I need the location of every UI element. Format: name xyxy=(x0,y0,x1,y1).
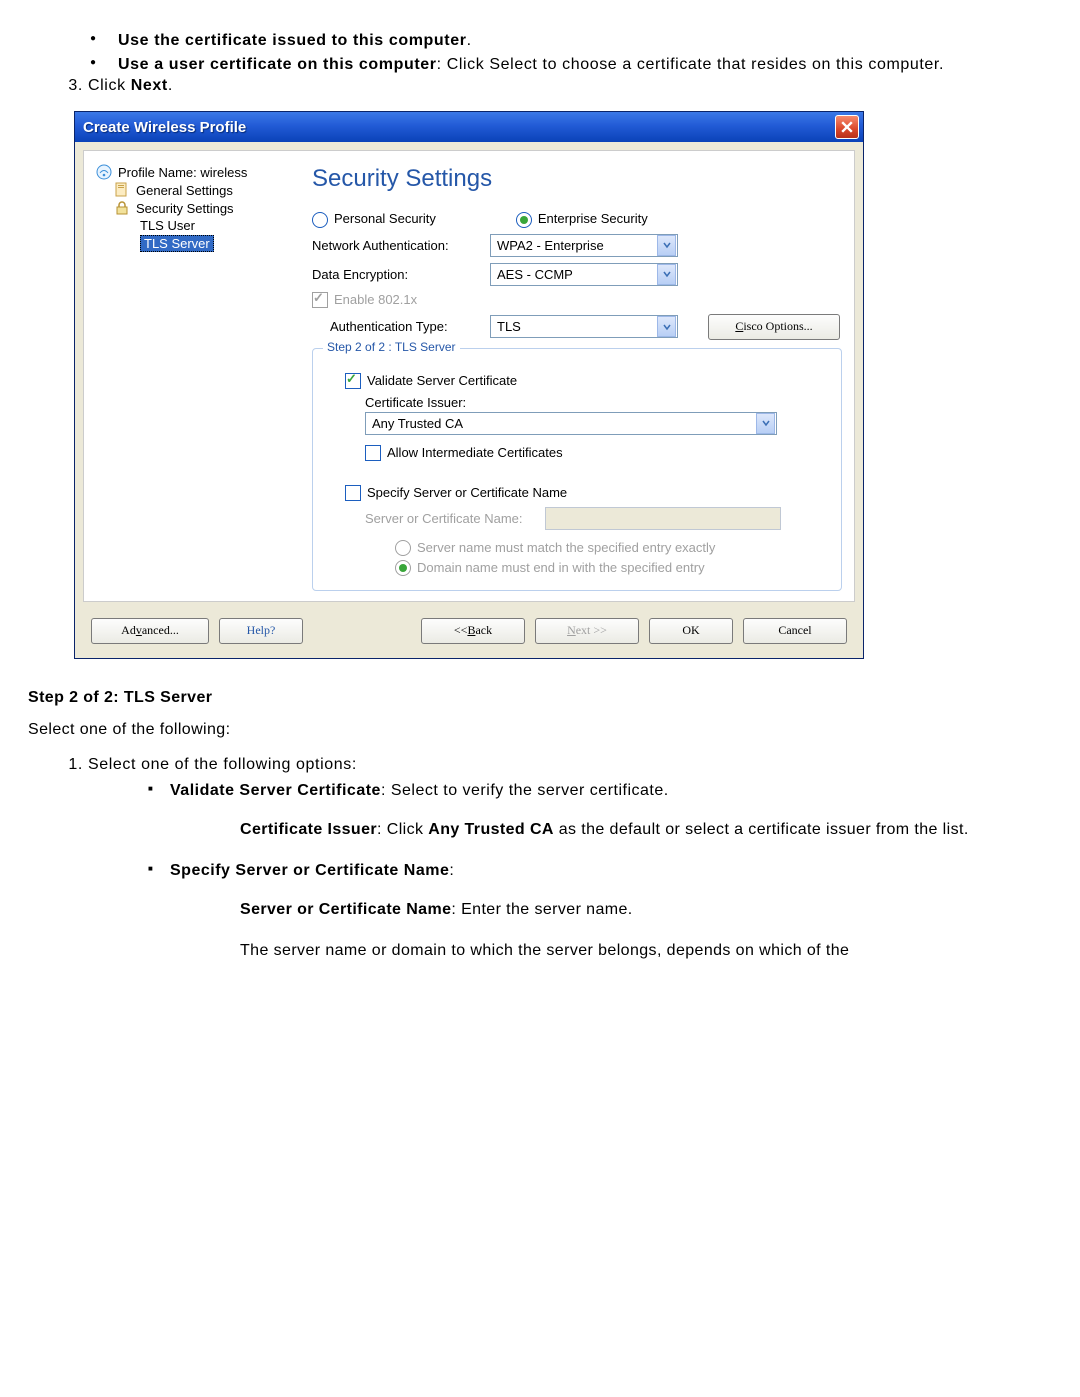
tree-general-settings[interactable]: General Settings xyxy=(96,181,308,199)
dropdown-cert-issuer[interactable]: Any Trusted CA xyxy=(365,412,777,435)
chevron-down-icon xyxy=(657,264,676,285)
radio-enterprise-security[interactable]: Enterprise Security xyxy=(516,211,648,228)
ok-button[interactable]: OK xyxy=(649,618,733,644)
radio-icon xyxy=(395,560,411,576)
tree-security-settings[interactable]: Security Settings xyxy=(96,199,308,217)
label-cert-issuer: Certificate Issuer: xyxy=(365,395,827,410)
dropdown-data-enc[interactable]: AES - CCMP xyxy=(490,263,678,286)
checkbox-allow-intermediate[interactable]: Allow Intermediate Certificates xyxy=(365,445,827,461)
help-button[interactable]: Help? xyxy=(219,618,303,644)
lock-icon xyxy=(114,200,130,216)
list-item: Use a user certificate on this computer:… xyxy=(90,54,1052,76)
label-server-name: Server or Certificate Name: xyxy=(365,511,537,526)
section-heading: Step 2 of 2: TLS Server xyxy=(28,687,1052,709)
tree-tls-server[interactable]: TLS Server xyxy=(96,234,308,253)
checkbox-icon xyxy=(365,445,381,461)
chevron-down-icon xyxy=(756,413,775,434)
intro-text: Select one of the following: xyxy=(28,719,1052,741)
checkbox-enable-8021x: Enable 802.1x xyxy=(312,292,842,308)
dropdown-net-auth[interactable]: WPA2 - Enterprise xyxy=(490,234,678,257)
close-button[interactable] xyxy=(835,115,859,139)
checkbox-icon xyxy=(345,373,361,389)
list-item: Click Next. xyxy=(88,77,1052,95)
back-button[interactable]: << Back xyxy=(421,618,525,644)
next-button: Next >> xyxy=(535,618,639,644)
radio-personal-security[interactable]: Personal Security xyxy=(312,211,436,228)
close-icon xyxy=(841,121,853,133)
settings-panel: Security Settings Personal Security Ente… xyxy=(308,161,842,591)
window-title: Create Wireless Profile xyxy=(83,119,246,136)
radio-icon xyxy=(516,212,532,228)
titlebar: Create Wireless Profile xyxy=(75,112,863,142)
top-bullet-list: Use the certificate issued to this compu… xyxy=(28,30,1052,75)
cancel-button[interactable]: Cancel xyxy=(743,618,847,644)
checkbox-validate-server-cert[interactable]: Validate Server Certificate xyxy=(345,373,827,389)
settings-page-icon xyxy=(114,182,130,198)
radio-icon xyxy=(395,540,411,556)
checkbox-icon xyxy=(312,292,328,308)
sub-paragraph: Certificate Issuer: Click Any Trusted CA… xyxy=(240,819,1052,841)
checkbox-specify-server-name[interactable]: Specify Server or Certificate Name xyxy=(345,485,827,501)
wifi-icon xyxy=(96,164,112,180)
fieldset-legend: Step 2 of 2 : TLS Server xyxy=(323,340,460,354)
tree-tls-user[interactable]: TLS User xyxy=(96,217,308,234)
radio-match-domain: Domain name must end in with the specifi… xyxy=(395,560,827,576)
chevron-down-icon xyxy=(657,235,676,256)
advanced-button[interactable]: Advanced... xyxy=(91,618,209,644)
label-net-auth: Network Authentication: xyxy=(312,238,490,253)
radio-icon xyxy=(312,212,328,228)
nav-tree: Profile Name: wireless General Settings … xyxy=(96,161,308,591)
instruction-steps: Select one of the following options: Val… xyxy=(28,756,1052,962)
list-item: Specify Server or Certificate Name: Serv… xyxy=(148,860,1052,962)
sub-paragraph: The server name or domain to which the s… xyxy=(240,940,1052,962)
label-data-enc: Data Encryption: xyxy=(312,267,490,282)
tree-profile-name: Profile Name: wireless xyxy=(96,163,308,181)
dialog-button-row: Advanced... Help? << Back Next >> OK Can… xyxy=(87,610,851,648)
sub-paragraph: Server or Certificate Name: Enter the se… xyxy=(240,899,1052,921)
ordered-steps: Click Next. xyxy=(28,77,1052,95)
checkbox-icon xyxy=(345,485,361,501)
tls-server-group: Step 2 of 2 : TLS Server Validate Server… xyxy=(312,348,842,591)
list-item: Select one of the following options: Val… xyxy=(88,756,1052,962)
dialog-window: Create Wireless Profile Profile Name: wi… xyxy=(74,111,864,659)
radio-match-exact: Server name must match the specified ent… xyxy=(395,540,827,556)
label-auth-type: Authentication Type: xyxy=(330,319,490,334)
list-item: Validate Server Certificate: Select to v… xyxy=(148,780,1052,842)
dropdown-auth-type[interactable]: TLS xyxy=(490,315,678,338)
panel-header: Security Settings xyxy=(312,165,842,193)
chevron-down-icon xyxy=(657,316,676,337)
input-server-name xyxy=(545,507,781,530)
cisco-options-button[interactable]: Cisco Options... xyxy=(708,314,840,340)
list-item: Use the certificate issued to this compu… xyxy=(90,30,1052,52)
